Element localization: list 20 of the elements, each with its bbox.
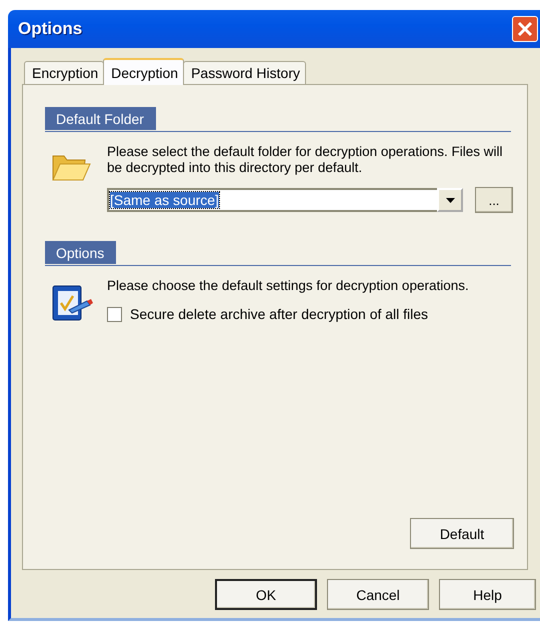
section-title: Options xyxy=(45,241,116,264)
tab[interactable]: Password History xyxy=(183,61,306,84)
tab[interactable]: Encryption xyxy=(24,61,104,84)
description-text: Please select the default folder for decryption operations. Files will be decrypted into this directory per default. xyxy=(107,144,504,176)
description-text: Please choose the default settings for decryption operations. xyxy=(107,278,470,294)
close-icon xyxy=(517,21,533,37)
folder-field[interactable]: [Same as source] xyxy=(107,188,437,212)
dropdown-button[interactable] xyxy=(437,188,463,212)
window-title: Options xyxy=(18,19,82,39)
dialog-button[interactable]: Cancel xyxy=(327,579,429,610)
checkbox[interactable] xyxy=(107,306,122,322)
dialog-button[interactable]: OK xyxy=(215,579,317,610)
section-title: Default Folder xyxy=(45,107,156,130)
default-button[interactable]: Default xyxy=(410,518,514,549)
checkbox-label[interactable]: Secure delete archive after decryption of all files xyxy=(130,306,428,322)
close-button[interactable] xyxy=(512,16,538,42)
caret-icon xyxy=(446,198,454,202)
browse-button[interactable]: ... xyxy=(475,187,513,213)
dialog-button[interactable]: Help xyxy=(439,579,536,610)
tab[interactable]: Decryption xyxy=(103,58,184,85)
